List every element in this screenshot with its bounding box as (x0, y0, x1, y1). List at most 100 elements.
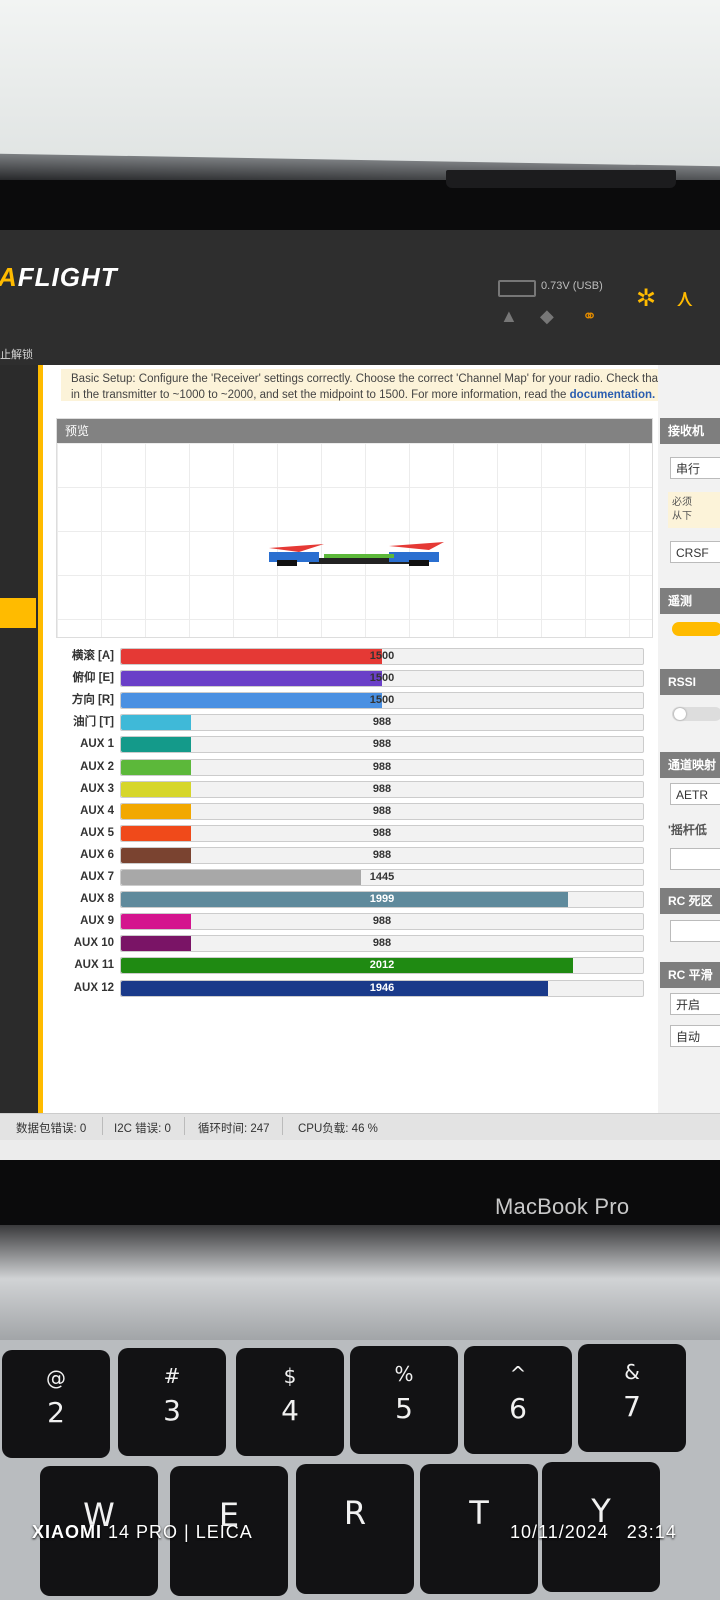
key-symbol: % (394, 1362, 414, 1386)
receiver-tab-content: Basic Setup: Configure the 'Receiver' se… (43, 365, 720, 1115)
documentation-link[interactable]: documentation. (570, 389, 656, 401)
channel-value: 1445 (369, 871, 395, 883)
channel-row: AUX 7 1445 (56, 868, 656, 886)
channel-row: 横滚 [A] 1500 (56, 647, 656, 665)
note-line-2: 从下 (672, 511, 692, 522)
key-number: 4 (281, 1394, 299, 1427)
channel-name: 油门 [T] (73, 716, 114, 729)
background-wall (0, 0, 720, 175)
note-line-1: 必须 (672, 497, 692, 508)
channel-value: 988 (372, 738, 392, 751)
channel-row: AUX 1 988 (56, 735, 656, 754)
telemetry-toggle[interactable] (672, 622, 720, 636)
channel-value: 2012 (369, 959, 395, 972)
channel-name: AUX 6 (80, 848, 114, 861)
channel-name: AUX 12 (73, 981, 114, 994)
camera-watermark: XIAOMI 14 PRO | LEICA (32, 1522, 253, 1543)
menu-strip[interactable]: 止解锁 (0, 346, 33, 362)
left-nav (0, 365, 43, 1115)
app-logo: AFLIGHT (0, 262, 118, 293)
key-7[interactable]: & 7 (578, 1344, 686, 1452)
i2c-errors: I2C 错误: 0 (114, 1123, 171, 1135)
channel-bar-track: 988 (120, 913, 644, 931)
status-bar: 数据包错误: 0 I2C 错误: 0 循环时间: 247 CPU负载: 46 % (0, 1113, 720, 1140)
key-4[interactable]: $4 (236, 1348, 344, 1456)
channel-name: 俯仰 [E] (72, 672, 114, 685)
status-divider (102, 1117, 103, 1135)
key-5[interactable]: % 5 (350, 1346, 458, 1454)
key-symbol: $ (283, 1364, 297, 1388)
receiver-note: 必须 从下 (668, 492, 720, 528)
rc-smoothing-select[interactable]: 开启 (670, 993, 720, 1015)
channel-map-title: 通道映射 (660, 752, 720, 778)
rc-deadband-input[interactable] (670, 920, 720, 942)
rc-smoothing-auto-select[interactable]: 自动 (670, 1025, 720, 1047)
laptop-screen: AFLIGHT 0.73V (USB) ▲ ◆ ⚭ ✲ ⋏ 止解锁 Basic … (0, 230, 720, 1160)
channel-name: AUX 10 (73, 937, 114, 950)
channel-value: 988 (372, 848, 392, 861)
channel-value: 1500 (369, 672, 395, 685)
camera-model: 14 PRO | LEICA (108, 1522, 253, 1542)
channel-bar-track: 988 (120, 802, 644, 820)
preview-grid (57, 443, 652, 637)
rssi-title: RSSI (660, 669, 720, 695)
key-number: 3 (163, 1394, 181, 1427)
gyro-icon[interactable]: ✲ (636, 284, 656, 313)
protocol-select[interactable]: CRSF (670, 541, 720, 563)
channel-name: AUX 5 (80, 826, 114, 839)
rc-deadband-title: RC 死区 (660, 888, 720, 914)
key-symbol: @ (46, 1366, 66, 1390)
channel-row: AUX 5 988 (56, 824, 656, 842)
key-r[interactable]: R (296, 1464, 414, 1594)
key-2[interactable]: @2 (2, 1350, 110, 1458)
notice-line-1: Basic Setup: Configure the 'Receiver' se… (71, 373, 668, 385)
stick-low-title: '摇杆低 (668, 823, 707, 837)
preview-title: 预览 (57, 419, 652, 443)
channel-name: AUX 8 (80, 893, 114, 906)
channel-value: 988 (372, 716, 392, 729)
cycle-time: 循环时间: 247 (198, 1123, 270, 1135)
channel-value: 988 (372, 915, 392, 928)
receiver-panel-title: 接收机 (660, 418, 720, 444)
left-nav-active-item[interactable] (0, 598, 36, 628)
warning-icon: ▲ (500, 306, 518, 326)
channel-value: 988 (372, 782, 392, 795)
link-icon[interactable]: ⚭ (582, 306, 597, 327)
channel-value: 1999 (369, 893, 395, 906)
cpu-load: CPU负载: 46 % (298, 1123, 378, 1135)
channel-row: AUX 3 988 (56, 780, 656, 798)
channel-row: 俯仰 [E] 1500 (56, 669, 656, 688)
rssi-toggle[interactable] (672, 707, 720, 721)
battery-icon (498, 280, 536, 297)
channel-bar-track: 1500 (120, 692, 644, 710)
notice-line-2: in the transmitter to ~1000 to ~2000, an… (71, 387, 720, 403)
channel-name: AUX 2 (80, 760, 114, 773)
channel-bar-track: 1946 (120, 979, 644, 997)
receiver-mode-select[interactable]: 串行 (670, 457, 720, 479)
logo-main: FLIGHT (17, 262, 118, 292)
channel-name: AUX 4 (80, 804, 114, 817)
laptop-chassis (0, 1225, 720, 1345)
channel-map-input[interactable]: AETR (670, 783, 720, 805)
channel-row: AUX 6 988 (56, 846, 656, 864)
channel-name: 方向 [R] (71, 694, 114, 707)
channel-name: 横滚 [A] (71, 650, 114, 662)
macbook-label: MacBook Pro (495, 1194, 630, 1219)
axis-icon[interactable]: ⋏ (676, 284, 694, 313)
key-3[interactable]: #3 (118, 1348, 226, 1456)
channel-value: 1500 (369, 650, 395, 662)
key-number: 6 (509, 1392, 527, 1425)
status-divider (184, 1117, 185, 1135)
shield-icon: ◆ (540, 306, 554, 326)
notice-line-2-text: in the transmitter to ~1000 to ~2000, an… (71, 389, 570, 401)
logo-prefix: A (0, 262, 18, 292)
stick-low-input[interactable] (670, 848, 720, 870)
key-6[interactable]: ^ 6 (464, 1346, 572, 1454)
channel-name: AUX 7 (80, 871, 114, 883)
packet-errors: 数据包错误: 0 (16, 1123, 87, 1135)
channel-name: AUX 11 (74, 959, 114, 972)
channel-value: 988 (372, 937, 392, 950)
channel-bar-track: 1500 (120, 670, 644, 688)
key-number: 2 (47, 1396, 65, 1429)
channel-value: 988 (372, 804, 392, 817)
